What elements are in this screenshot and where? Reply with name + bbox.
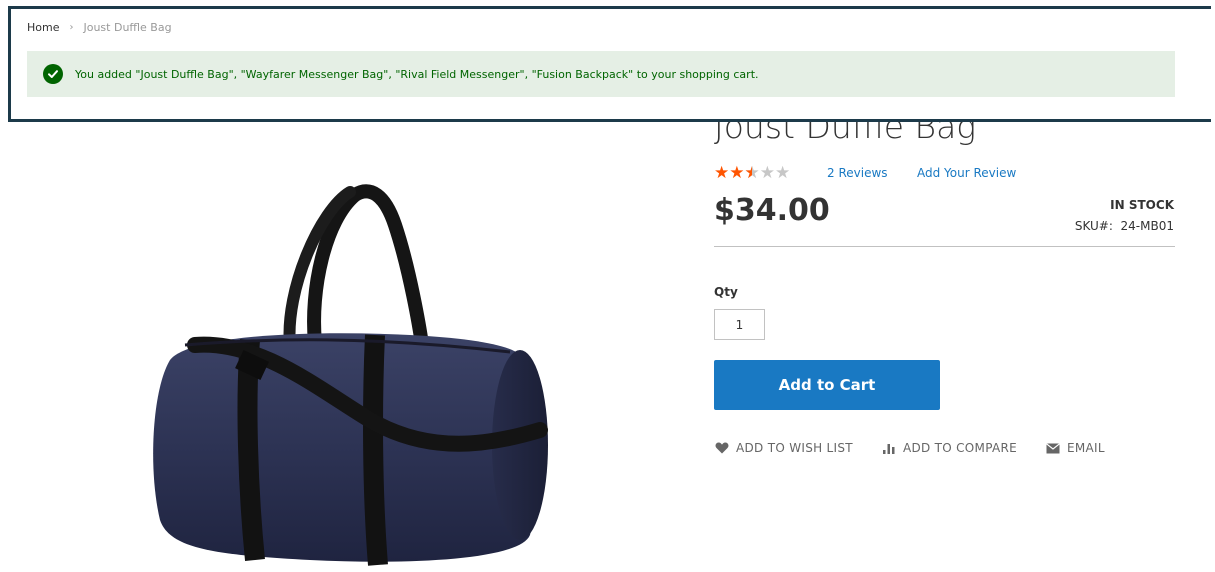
email-label: EMAIL — [1067, 441, 1105, 455]
heart-icon — [714, 441, 730, 455]
highlight-box: Home › Joust Duffle Bag You added "Joust… — [8, 6, 1211, 122]
success-message-text: You added "Joust Duffle Bag", "Wayfarer … — [75, 67, 759, 81]
add-to-wishlist-link[interactable]: ADD TO WISH LIST — [714, 441, 853, 455]
bar-chart-icon — [881, 441, 897, 455]
sku-label: SKU#: — [1074, 219, 1113, 233]
add-to-cart-button[interactable]: Add to Cart — [714, 360, 940, 410]
star-icon: ★ — [714, 163, 730, 183]
add-review-link[interactable]: Add Your Review — [917, 166, 1016, 180]
wishlist-label: ADD TO WISH LIST — [736, 441, 853, 455]
star-half-icon: ★ — [745, 163, 760, 183]
breadcrumb-separator-icon: › — [69, 22, 74, 33]
product-actions: ADD TO WISH LIST ADD TO COMPARE EMAIL — [714, 441, 1105, 455]
rating-stars: ★★★ ★★ — [714, 163, 790, 183]
compare-label: ADD TO COMPARE — [902, 441, 1018, 455]
star-icon: ★ — [729, 163, 745, 183]
star-empty-icon: ★ — [759, 163, 775, 183]
email-link[interactable]: EMAIL — [1045, 441, 1105, 455]
divider — [714, 246, 1175, 247]
envelope-icon — [1045, 441, 1061, 455]
breadcrumb: Home › Joust Duffle Bag — [27, 21, 172, 34]
qty-input[interactable] — [714, 309, 765, 340]
breadcrumb-current: Joust Duffle Bag — [83, 21, 172, 34]
add-to-compare-link[interactable]: ADD TO COMPARE — [881, 441, 1017, 455]
breadcrumb-home-link[interactable]: Home — [27, 21, 59, 34]
product-image[interactable] — [110, 140, 610, 568]
product-price: $34.00 — [714, 193, 830, 228]
check-circle-icon — [43, 64, 63, 84]
qty-label: Qty — [714, 285, 738, 299]
stock-status: IN STOCK — [1110, 198, 1174, 212]
star-empty-icon: ★ — [775, 163, 791, 183]
sku-value: 24-MB01 — [1120, 219, 1174, 233]
reviews-link[interactable]: 2 Reviews — [827, 166, 888, 180]
product-sku: SKU#: 24-MB01 — [1075, 219, 1174, 233]
success-message: You added "Joust Duffle Bag", "Wayfarer … — [27, 51, 1175, 97]
duffle-bag-image — [153, 184, 548, 566]
